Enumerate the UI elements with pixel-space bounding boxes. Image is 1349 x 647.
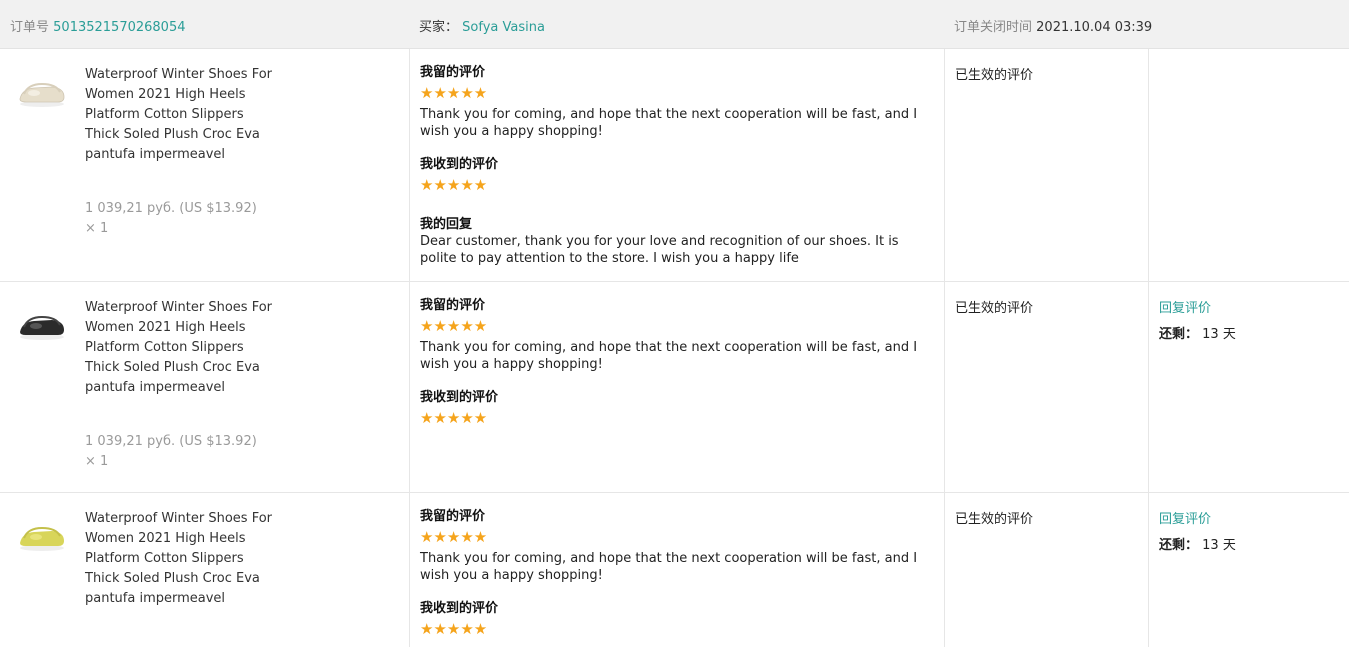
- given-review-title: 我留的评价: [420, 509, 486, 524]
- product-title[interactable]: Waterproof Winter Shoes For Women 2021 H…: [85, 65, 275, 165]
- review-cell: 我留的评价 ★★★★★ Thank you for coming, and ho…: [409, 493, 945, 647]
- status-cell: 已生效的评价: [944, 49, 1149, 281]
- order-number-link[interactable]: 5013521570268054: [53, 20, 185, 35]
- received-rating-stars: ★★★★★: [420, 620, 488, 638]
- product-price: 1 039,21 руб. (US $13.92): [85, 434, 257, 449]
- buyer-name-link[interactable]: Sofya Vasina: [462, 20, 545, 35]
- remaining-label: 还剩：: [1159, 538, 1199, 553]
- review-cell: 我留的评价 ★★★★★ Thank you for coming, and ho…: [409, 282, 945, 492]
- status-cell: 已生效的评价: [944, 282, 1149, 492]
- buyer-group: 买家： Sofya Vasina: [419, 16, 545, 35]
- product-quantity: × 1: [85, 221, 109, 236]
- received-review: 我收到的评价 ★★★★★: [420, 156, 935, 194]
- order-number-label: 订单号: [10, 20, 50, 35]
- given-review-text: Thank you for coming, and hope that the …: [420, 107, 918, 139]
- reply-review-link[interactable]: 回复评价: [1159, 508, 1211, 527]
- given-review-title: 我留的评价: [420, 298, 486, 313]
- given-review-text: Thank you for coming, and hope that the …: [420, 551, 918, 583]
- yellow-clog-icon[interactable]: [14, 515, 70, 555]
- received-review: 我收到的评价 ★★★★★: [420, 600, 935, 638]
- order-header: 订单号 5013521570268054 买家： Sofya Vasina 订单…: [0, 0, 1349, 49]
- received-review-title: 我收到的评价: [420, 157, 499, 172]
- remaining-time: 还剩： 13 天: [1159, 534, 1236, 553]
- action-cell: [1148, 49, 1349, 281]
- close-time-label: 订单关闭时间: [954, 20, 1033, 35]
- my-reply: 我的回复 Dear customer, thank you for your l…: [420, 216, 935, 267]
- my-reply-title: 我的回复: [420, 217, 473, 232]
- given-rating-stars: ★★★★★: [420, 84, 488, 102]
- given-rating-stars: ★★★★★: [420, 317, 488, 335]
- close-time-group: 订单关闭时间 2021.10.04 03:39: [954, 16, 1152, 35]
- given-review: 我留的评价 ★★★★★ Thank you for coming, and ho…: [420, 64, 935, 140]
- review-row: Waterproof Winter Shoes For Women 2021 H…: [0, 49, 1349, 282]
- given-review-text: Thank you for coming, and hope that the …: [420, 340, 918, 372]
- received-review-title: 我收到的评价: [420, 390, 499, 405]
- given-review-title: 我留的评价: [420, 65, 486, 80]
- remaining-label: 还剩：: [1159, 327, 1199, 342]
- review-row: Waterproof Winter Shoes For Women 2021 H…: [0, 282, 1349, 493]
- review-cell: 我留的评价 ★★★★★ Thank you for coming, and ho…: [409, 49, 945, 281]
- received-review-title: 我收到的评价: [420, 601, 499, 616]
- review-status: 已生效的评价: [955, 512, 1034, 527]
- action-cell: 回复评价 还剩： 13 天: [1148, 493, 1349, 647]
- product-cell: Waterproof Winter Shoes For Women 2021 H…: [0, 493, 409, 647]
- product-cell: Waterproof Winter Shoes For Women 2021 H…: [0, 49, 409, 281]
- review-status: 已生效的评价: [955, 301, 1034, 316]
- remaining-value: 13 天: [1202, 327, 1236, 342]
- remaining-value: 13 天: [1202, 538, 1236, 553]
- product-cell: Waterproof Winter Shoes For Women 2021 H…: [0, 282, 409, 492]
- given-review: 我留的评价 ★★★★★ Thank you for coming, and ho…: [420, 297, 935, 373]
- review-status: 已生效的评价: [955, 68, 1034, 83]
- status-cell: 已生效的评价: [944, 493, 1149, 647]
- received-rating-stars: ★★★★★: [420, 409, 488, 427]
- given-review: 我留的评价 ★★★★★ Thank you for coming, and ho…: [420, 508, 935, 584]
- black-clog-icon[interactable]: [14, 304, 70, 344]
- product-title[interactable]: Waterproof Winter Shoes For Women 2021 H…: [85, 509, 275, 609]
- received-review: 我收到的评价 ★★★★★: [420, 389, 935, 427]
- close-time-value: 2021.10.04 03:39: [1036, 20, 1153, 35]
- received-rating-stars: ★★★★★: [420, 176, 488, 194]
- product-title[interactable]: Waterproof Winter Shoes For Women 2021 H…: [85, 298, 275, 398]
- review-row: Waterproof Winter Shoes For Women 2021 H…: [0, 493, 1349, 647]
- reply-review-link[interactable]: 回复评价: [1159, 297, 1211, 316]
- beige-clog-icon[interactable]: [14, 71, 70, 111]
- action-cell: 回复评价 还剩： 13 天: [1148, 282, 1349, 492]
- remaining-time: 还剩： 13 天: [1159, 323, 1236, 342]
- product-price: 1 039,21 руб. (US $13.92): [85, 201, 257, 216]
- my-reply-text: Dear customer, thank you for your love a…: [420, 234, 899, 266]
- buyer-label: 买家：: [419, 20, 459, 35]
- order-number-group: 订单号 5013521570268054: [10, 16, 186, 35]
- order-review-panel: 订单号 5013521570268054 买家： Sofya Vasina 订单…: [0, 0, 1349, 647]
- given-rating-stars: ★★★★★: [420, 528, 488, 546]
- product-quantity: × 1: [85, 454, 109, 469]
